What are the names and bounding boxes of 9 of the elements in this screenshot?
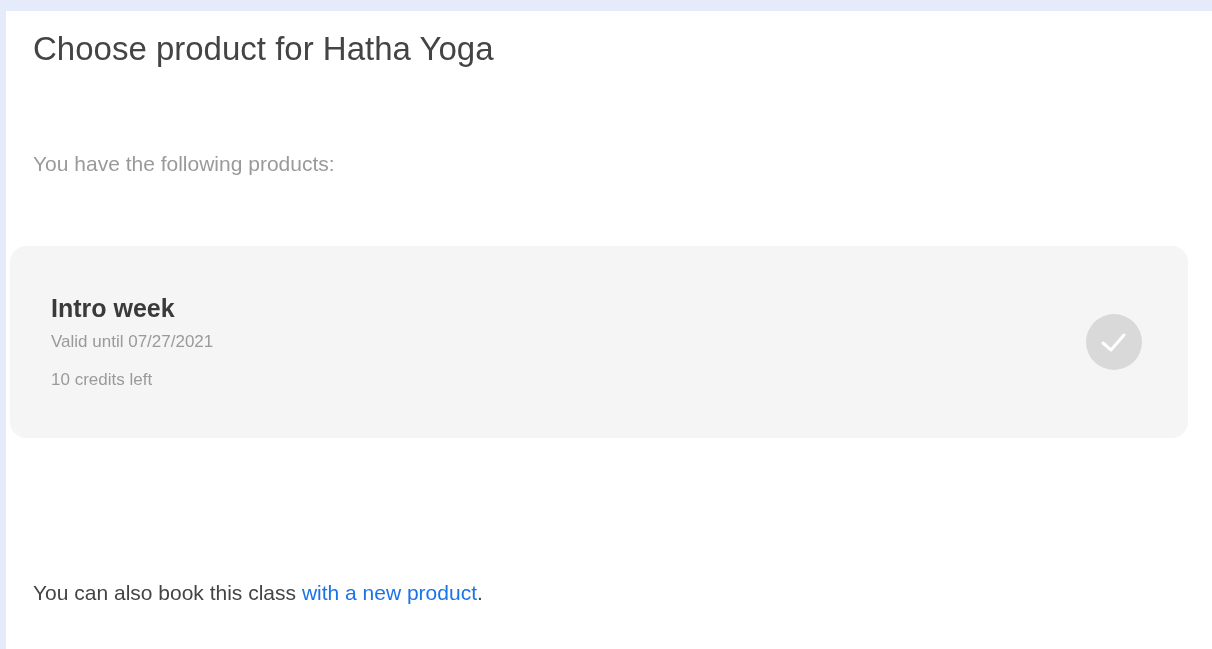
products-heading: You have the following products: (33, 151, 335, 177)
check-icon[interactable] (1086, 314, 1142, 370)
product-validity: Valid until 07/27/2021 (51, 331, 214, 353)
book-new-product-text: You can also book this class with a new product. (33, 580, 483, 606)
new-product-link[interactable]: with a new product (301, 581, 477, 604)
product-name: Intro week (51, 293, 176, 323)
product-credits: 10 credits left (51, 369, 154, 391)
page-title: Choose product for Hatha Yoga (33, 29, 494, 69)
product-card[interactable]: Intro week Valid until 07/27/2021 10 credits left (10, 246, 1188, 438)
